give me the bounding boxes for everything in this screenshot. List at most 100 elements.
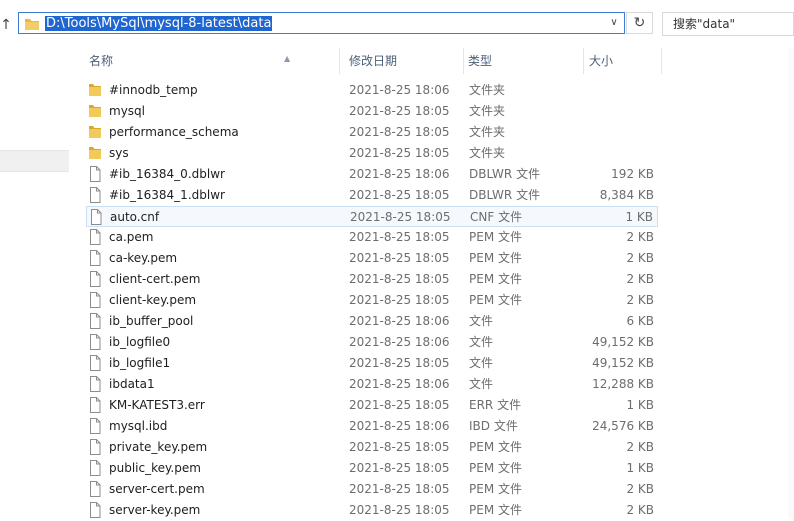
file-size: 1 KB <box>625 210 653 224</box>
file-type: 文件夹 <box>469 146 506 160</box>
file-icon <box>88 187 102 203</box>
file-date: 2021-8-25 18:05 <box>350 210 451 224</box>
file-row[interactable]: client-key.pem 2021-8-25 18:05 PEM 文件 2 KB <box>86 290 658 311</box>
column-header-size[interactable]: 大小 <box>584 48 662 74</box>
file-row[interactable]: ca-key.pem 2021-8-25 18:05 PEM 文件 2 KB <box>86 248 658 269</box>
file-date: 2021-8-25 18:05 <box>349 482 450 496</box>
file-date: 2021-8-25 18:05 <box>349 356 450 370</box>
up-arrow-icon[interactable]: ↑ <box>0 14 12 36</box>
file-row[interactable]: ib_buffer_pool 2021-8-25 18:06 文件 6 KB <box>86 311 658 332</box>
file-size: 192 KB <box>611 167 654 181</box>
file-size: 2 KB <box>626 272 654 286</box>
file-row[interactable]: mysql 2021-8-25 18:05 文件夹 <box>86 101 658 122</box>
folder-icon <box>88 124 102 140</box>
file-icon <box>88 166 102 182</box>
file-row[interactable]: client-cert.pem 2021-8-25 18:05 PEM 文件 2 KB <box>86 269 658 290</box>
file-date: 2021-8-25 18:06 <box>349 419 450 433</box>
file-type: 文件 <box>469 356 494 370</box>
file-name: ib_buffer_pool <box>109 314 194 328</box>
file-icon <box>88 292 102 308</box>
chevron-down-icon[interactable]: ∨ <box>608 15 620 31</box>
file-row[interactable]: ca.pem 2021-8-25 18:05 PEM 文件 2 KB <box>86 227 658 248</box>
file-row[interactable]: #innodb_temp 2021-8-25 18:06 文件夹 <box>86 80 658 101</box>
file-name: public_key.pem <box>109 461 201 475</box>
column-header-name[interactable]: 名称 ▲ <box>78 48 340 74</box>
file-date: 2021-8-25 18:06 <box>349 83 450 97</box>
file-row[interactable]: mysql.ibd 2021-8-25 18:06 IBD 文件 24,576 KB <box>86 416 658 437</box>
file-size: 2 KB <box>626 440 654 454</box>
file-type: CNF 文件 <box>470 210 523 224</box>
file-size: 1 KB <box>626 398 654 412</box>
file-type: 文件 <box>469 314 494 328</box>
file-row[interactable]: ib_logfile0 2021-8-25 18:06 文件 49,152 KB <box>86 332 658 353</box>
file-row[interactable]: performance_schema 2021-8-25 18:05 文件夹 <box>86 122 658 143</box>
file-size: 12,288 KB <box>592 377 654 391</box>
file-type: IBD 文件 <box>469 419 518 433</box>
file-name: ca-key.pem <box>109 251 178 265</box>
file-date: 2021-8-25 18:05 <box>349 398 450 412</box>
file-date: 2021-8-25 18:05 <box>349 272 450 286</box>
file-date: 2021-8-25 18:05 <box>349 251 450 265</box>
address-bar[interactable]: D:\Tools\MySql\mysql-8-latest\data ∨ <box>18 12 625 34</box>
file-date: 2021-8-25 18:05 <box>349 440 450 454</box>
file-icon <box>88 355 102 371</box>
file-icon <box>88 376 102 392</box>
file-date: 2021-8-25 18:06 <box>349 335 450 349</box>
file-type: DBLWR 文件 <box>469 188 541 202</box>
file-type: PEM 文件 <box>469 440 522 454</box>
file-type: PEM 文件 <box>469 251 522 265</box>
file-name: mysql.ibd <box>109 419 168 433</box>
sort-ascending-icon: ▲ <box>284 54 291 63</box>
file-date: 2021-8-25 18:05 <box>349 104 450 118</box>
file-type: PEM 文件 <box>469 503 522 517</box>
file-icon <box>88 334 102 350</box>
file-date: 2021-8-25 18:05 <box>349 503 450 517</box>
file-icon <box>88 250 102 266</box>
file-row[interactable]: KM-KATEST3.err 2021-8-25 18:05 ERR 文件 1 KB <box>86 395 658 416</box>
file-name: server-key.pem <box>109 503 201 517</box>
file-icon <box>88 397 102 413</box>
file-type: PEM 文件 <box>469 293 522 307</box>
file-icon <box>88 481 102 497</box>
column-headers: 名称 ▲ 修改日期 类型 大小 <box>78 48 662 74</box>
file-type: 文件 <box>469 377 494 391</box>
file-type: 文件夹 <box>469 83 506 97</box>
column-header-type[interactable]: 类型 <box>464 48 584 74</box>
file-name: server-cert.pem <box>109 482 205 496</box>
file-row[interactable]: ib_logfile1 2021-8-25 18:05 文件 49,152 KB <box>86 353 658 374</box>
file-size: 1 KB <box>626 461 654 475</box>
file-icon <box>88 502 102 518</box>
address-path[interactable]: D:\Tools\MySql\mysql-8-latest\data <box>45 16 273 31</box>
file-icon <box>89 209 103 225</box>
file-row[interactable]: #ib_16384_1.dblwr 2021-8-25 18:05 DBLWR 文件… <box>86 185 658 206</box>
file-date: 2021-8-25 18:05 <box>349 125 450 139</box>
file-row[interactable]: #ib_16384_0.dblwr 2021-8-25 18:06 DBLWR 文件… <box>86 164 658 185</box>
nav-selected-item[interactable] <box>0 150 69 172</box>
file-row[interactable]: sys 2021-8-25 18:05 文件夹 <box>86 143 658 164</box>
file-row[interactable]: ibdata1 2021-8-25 18:06 文件 12,288 KB <box>86 374 658 395</box>
file-type: DBLWR 文件 <box>469 167 541 181</box>
vertical-scrollbar[interactable] <box>788 48 794 519</box>
file-row[interactable]: private_key.pem 2021-8-25 18:05 PEM 文件 2 KB <box>86 437 658 458</box>
folder-icon <box>88 103 102 119</box>
file-row[interactable]: server-key.pem 2021-8-25 18:05 PEM 文件 2 KB <box>86 500 658 521</box>
file-size: 6 KB <box>626 314 654 328</box>
file-date: 2021-8-25 18:05 <box>349 230 450 244</box>
file-name: ibdata1 <box>109 377 155 391</box>
file-row[interactable]: server-cert.pem 2021-8-25 18:05 PEM 文件 2 KB <box>86 479 658 500</box>
search-input[interactable]: 搜索"data" <box>662 12 794 36</box>
file-name: #ib_16384_1.dblwr <box>109 188 225 202</box>
column-header-date[interactable]: 修改日期 <box>340 48 464 74</box>
file-date: 2021-8-25 18:06 <box>349 314 450 328</box>
file-name: mysql <box>109 104 145 118</box>
file-type: PEM 文件 <box>469 230 522 244</box>
file-name: #ib_16384_0.dblwr <box>109 167 225 181</box>
refresh-icon[interactable]: ↻ <box>626 12 653 34</box>
file-name: ca.pem <box>109 230 154 244</box>
file-row[interactable]: auto.cnf 2021-8-25 18:05 CNF 文件 1 KB <box>86 206 658 227</box>
address-toolbar: ↑ D:\Tools\MySql\mysql-8-latest\data ∨ ↻… <box>0 0 794 48</box>
folder-icon <box>24 16 40 34</box>
file-row[interactable]: public_key.pem 2021-8-25 18:05 PEM 文件 1 KB <box>86 458 658 479</box>
file-size: 2 KB <box>626 503 654 517</box>
file-icon <box>88 229 102 245</box>
